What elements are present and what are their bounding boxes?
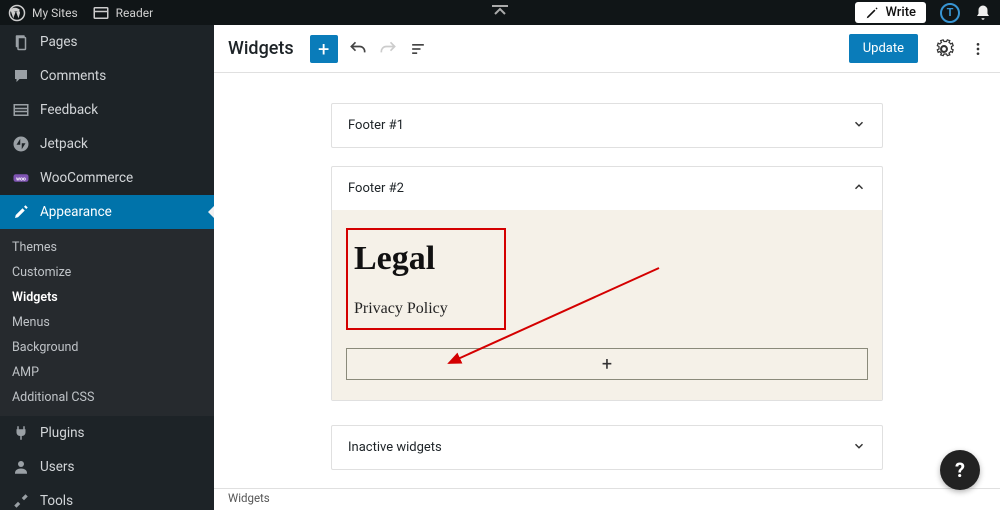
appearance-icon (12, 203, 30, 221)
sidebar-label: Users (40, 459, 74, 475)
submenu-menus[interactable]: Menus (0, 310, 214, 335)
sidebar-label: Appearance (40, 204, 112, 220)
editor-main: Widgets + Update Footer #1 Footer #2 (214, 25, 1000, 510)
breadcrumb-label[interactable]: Widgets (228, 491, 270, 505)
editor-canvas: Footer #1 Footer #2 Legal Privacy Policy… (214, 73, 1000, 488)
footer-2-toggle[interactable]: Footer #2 (332, 167, 882, 210)
sidebar-label: Comments (40, 68, 106, 84)
pen-icon (865, 6, 879, 20)
sidebar-label: Tools (40, 493, 73, 509)
sidebar-label: WooCommerce (40, 170, 133, 186)
sidebar-item-jetpack[interactable]: Jetpack (0, 127, 214, 161)
footer-1-label: Footer #1 (348, 118, 404, 133)
sidebar-label: Feedback (40, 102, 98, 118)
users-icon (12, 458, 30, 476)
admin-sidebar: Pages Comments Feedback Jetpack woo WooC… (0, 25, 214, 510)
my-sites-link[interactable]: My Sites (8, 4, 78, 22)
editor-header: Widgets + Update (214, 25, 1000, 73)
admin-bar: My Sites Reader Write T (0, 0, 1000, 25)
sidebar-item-appearance[interactable]: Appearance (0, 195, 214, 229)
reader-link[interactable]: Reader (92, 4, 153, 22)
widget-area-footer-2: Footer #2 Legal Privacy Policy + (331, 166, 883, 401)
pages-icon (12, 33, 30, 51)
reader-icon (92, 4, 110, 22)
sidebar-label: Pages (40, 34, 78, 50)
appearance-submenu: Themes Customize Widgets Menus Backgroun… (0, 229, 214, 416)
chevron-up-icon (852, 179, 866, 198)
sidebar-item-pages[interactable]: Pages (0, 25, 214, 59)
heading-block[interactable]: Legal (354, 240, 498, 278)
sidebar-label: Jetpack (40, 136, 88, 152)
write-label: Write (885, 5, 916, 20)
jetpack-icon (12, 135, 30, 153)
footer-2-label: Footer #2 (348, 181, 404, 196)
sidebar-item-feedback[interactable]: Feedback (0, 93, 214, 127)
annotation-highlight-box: Legal Privacy Policy (346, 228, 506, 330)
page-title: Widgets (228, 38, 294, 59)
breadcrumb-bar: Widgets (214, 488, 1000, 510)
sidebar-item-tools[interactable]: Tools (0, 484, 214, 510)
feedback-icon (12, 101, 30, 119)
undo-button[interactable] (348, 39, 368, 59)
add-block-button[interactable]: + (310, 35, 338, 63)
my-sites-label: My Sites (32, 6, 78, 20)
wordpress-icon (8, 4, 26, 22)
submenu-widgets[interactable]: Widgets (0, 285, 214, 310)
reader-label: Reader (116, 6, 153, 20)
submenu-customize[interactable]: Customize (0, 260, 214, 285)
chevron-down-icon (852, 438, 866, 457)
list-view-button[interactable] (408, 39, 428, 59)
chevron-down-icon (852, 116, 866, 135)
paragraph-block[interactable]: Privacy Policy (354, 300, 498, 318)
jump-to-top-icon[interactable] (492, 5, 508, 21)
footer-1-toggle[interactable]: Footer #1 (332, 104, 882, 147)
submenu-additional-css[interactable]: Additional CSS (0, 385, 214, 410)
add-block-inline-button[interactable]: + (346, 348, 868, 380)
submenu-amp[interactable]: AMP (0, 360, 214, 385)
sidebar-label: Plugins (40, 425, 85, 441)
submenu-background[interactable]: Background (0, 335, 214, 360)
inactive-label: Inactive widgets (348, 440, 442, 455)
widget-area-footer-1: Footer #1 (331, 103, 883, 148)
redo-button[interactable] (378, 39, 398, 59)
svg-text:woo: woo (16, 176, 26, 182)
sidebar-item-comments[interactable]: Comments (0, 59, 214, 93)
comments-icon (12, 67, 30, 85)
avatar[interactable]: T (940, 3, 960, 23)
inactive-toggle[interactable]: Inactive widgets (332, 426, 882, 469)
sidebar-item-woocommerce[interactable]: woo WooCommerce (0, 161, 214, 195)
help-button[interactable]: ? (940, 450, 980, 490)
more-options-button[interactable] (970, 39, 986, 59)
footer-2-body: Legal Privacy Policy + (332, 210, 882, 400)
widget-area-inactive: Inactive widgets (331, 425, 883, 470)
submenu-themes[interactable]: Themes (0, 235, 214, 260)
settings-gear-button[interactable] (934, 39, 954, 59)
update-button[interactable]: Update (849, 34, 918, 63)
sidebar-item-plugins[interactable]: Plugins (0, 416, 214, 450)
tools-icon (12, 492, 30, 510)
notifications-icon[interactable] (974, 4, 992, 22)
plugins-icon (12, 424, 30, 442)
sidebar-item-users[interactable]: Users (0, 450, 214, 484)
woocommerce-icon: woo (12, 169, 30, 187)
write-button[interactable]: Write (855, 2, 926, 23)
